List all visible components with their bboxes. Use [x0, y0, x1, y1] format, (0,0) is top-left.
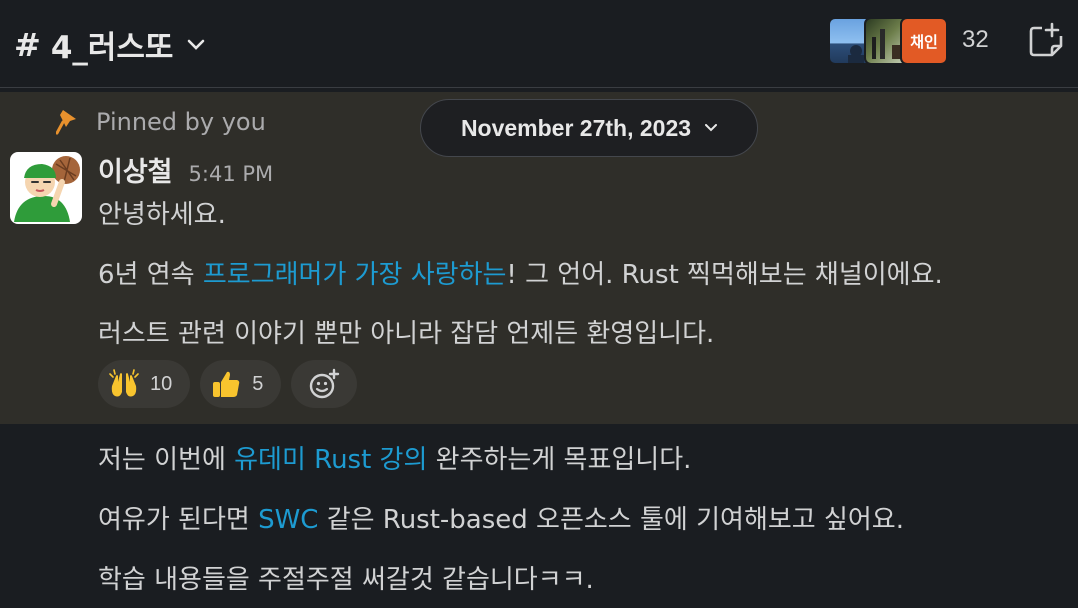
member-avatar-label: 채인 [910, 32, 938, 51]
channel-name-button[interactable]: # 4_러스또 [14, 22, 205, 67]
message-line: 여유가 된다면 SWC 같은 Rust-based 오픈소스 툴에 기여해보고 … [98, 499, 904, 536]
thumbs-up-icon [213, 371, 240, 397]
message-line: 학습 내용들을 주절주절 써갈것 같습니다ㅋㅋ. [98, 559, 594, 596]
pinned-indicator: Pinned by you [56, 108, 266, 136]
message-header: 이상철 5:41 PM [98, 150, 273, 189]
message-text: 6년 연속 [98, 260, 203, 290]
avatar-character-icon [14, 156, 80, 222]
message-text: 완주하는게 목표입니다. [427, 445, 692, 475]
message-text: 여유가 된다면 [98, 505, 259, 535]
reaction-count: 10 [150, 372, 173, 395]
message-line: 저는 이번에 유데미 Rust 강의 완주하는게 목표입니다. [98, 439, 691, 476]
pinned-label: Pinned by you [96, 108, 266, 136]
message-line: 러스트 관련 이야기 뿐만 아니라 잡담 언제든 환영입니다. [98, 313, 714, 350]
message-link[interactable]: SWC [258, 505, 318, 535]
add-reaction-button[interactable] [291, 360, 358, 408]
chevron-down-icon [188, 39, 205, 50]
message-line: 안녕하세요. [98, 194, 226, 231]
message-text: ! 그 언어. Rust 찍먹해보는 채널이에요. [506, 260, 943, 290]
canvas-add-icon[interactable] [1026, 20, 1066, 60]
message-timestamp[interactable]: 5:41 PM [189, 162, 274, 186]
sender-name[interactable]: 이상철 [98, 150, 173, 189]
raised-hands-icon [109, 369, 139, 397]
message-text: 같은 Rust-based 오픈소스 툴에 기여해보고 싶어요. [318, 505, 904, 535]
pin-icon [56, 110, 76, 135]
chevron-down-icon [705, 124, 718, 132]
date-label: November 27th, 2023 [460, 114, 692, 141]
channel-name: 4_러스또 [50, 30, 174, 66]
channel-hash-icon: # [14, 25, 41, 64]
reaction-raised-hands[interactable]: 10 [98, 360, 191, 408]
message-line: 6년 연속 프로그래머가 가장 사랑하는! 그 언어. Rust 찍먹해보는 채… [98, 254, 943, 291]
reaction-thumbs-up[interactable]: 5 [200, 360, 282, 408]
date-divider-button[interactable]: November 27th, 2023 [420, 99, 758, 157]
message-text: 학습 내용들을 주절주절 써갈것 같습니다ㅋㅋ. [98, 565, 594, 595]
reactions-bar: 10 5 [98, 360, 358, 408]
message-link[interactable]: 유데미 Rust 강의 [234, 445, 427, 475]
member-avatar: 채인 [900, 17, 948, 65]
member-avatars-button[interactable]: 채인 [828, 17, 948, 65]
add-emoji-icon [310, 368, 340, 399]
message-text: 러스트 관련 이야기 뿐만 아니라 잡담 언제든 환영입니다. [98, 319, 715, 349]
message-text: 안녕하세요. [98, 200, 226, 230]
message-link[interactable]: 프로그래머가 가장 사랑하는 [203, 260, 507, 290]
message-text: 저는 이번에 [98, 445, 235, 475]
sender-avatar[interactable] [10, 152, 82, 224]
channel-header: # 4_러스또 채인 32 [0, 0, 1078, 88]
member-count[interactable]: 32 [962, 26, 989, 54]
reaction-count: 5 [252, 372, 264, 395]
